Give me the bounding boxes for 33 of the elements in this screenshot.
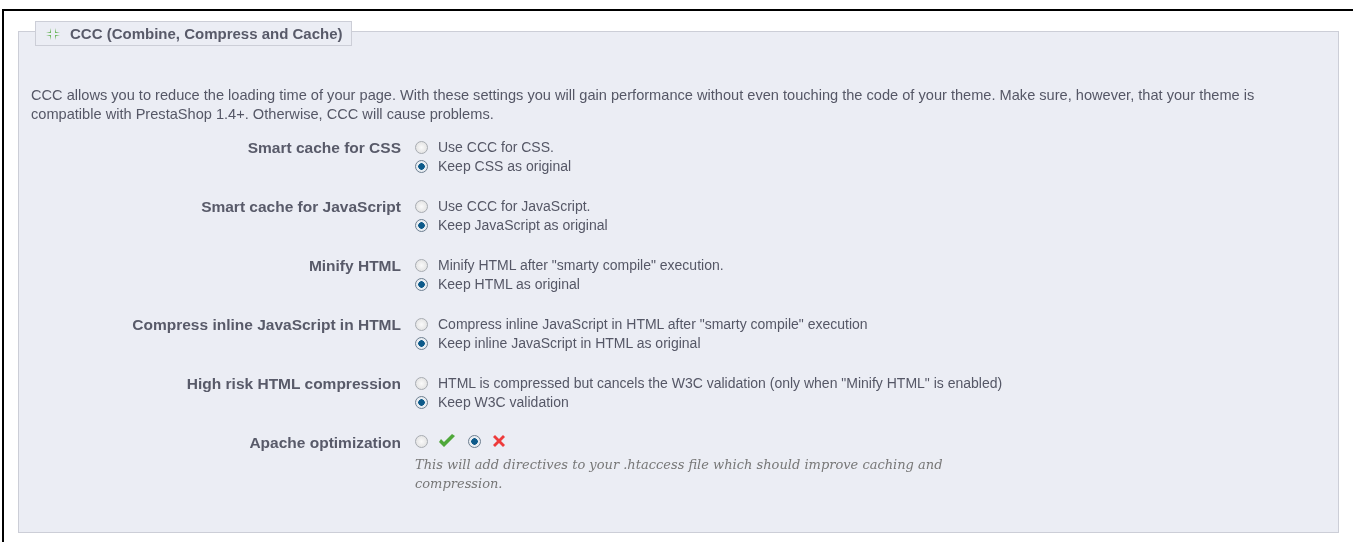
setting-label: Apache optimization (248, 433, 401, 453)
cross-icon (491, 433, 507, 449)
legend-title: CCC (Combine, Compress and Cache) (70, 25, 343, 42)
intro-text: CCC allows you to reduce the loading time of your page. With these settings you will gain performance without even touching the code of your theme. Make sure, however, that your theme is compatible with PrestaShop 1.4+. Otherwise, CCC will cause problems. (31, 86, 1256, 124)
setting-label: Compress inline JavaScript in HTML (131, 315, 401, 335)
radio-button[interactable] (415, 140, 428, 154)
hint-text: This will add directives to your .htaccess file which should improve caching and compression. (415, 456, 944, 493)
radio-button[interactable] (415, 395, 428, 409)
radio-button[interactable] (415, 317, 428, 331)
radio-button[interactable] (415, 218, 428, 232)
radio-button[interactable] (415, 434, 428, 448)
radio-button[interactable] (415, 376, 428, 390)
option-label: Compress inline JavaScript in HTML after "smarty compile" execution (438, 315, 868, 333)
radio-button[interactable] (468, 434, 481, 448)
setting-label: Smart cache for CSS (246, 138, 401, 158)
option-label: Keep W3C validation (438, 393, 569, 411)
radio-button[interactable] (415, 199, 428, 213)
option-label: HTML is compressed but cancels the W3C validation (only when "Minify HTML" is enabled) (438, 374, 1003, 392)
option-label: Use CCC for JavaScript. (438, 197, 591, 215)
option-label: Keep HTML as original (438, 275, 580, 293)
radio-button[interactable] (415, 159, 428, 173)
option-label: Use CCC for CSS. (438, 138, 554, 156)
option-label: Keep JavaScript as original (438, 216, 608, 234)
radio-button[interactable] (415, 277, 428, 291)
setting-label: High risk HTML compression (185, 374, 401, 394)
radio-button[interactable] (415, 336, 428, 350)
option-label: Minify HTML after "smarty compile" execution. (438, 256, 724, 274)
option-label: Keep inline JavaScript in HTML as original (438, 334, 701, 352)
radio-button[interactable] (415, 258, 428, 272)
setting-label: Minify HTML (307, 256, 401, 276)
setting-label: Smart cache for JavaScript (200, 197, 401, 217)
checkmark-icon (438, 433, 456, 449)
option-label: Keep CSS as original (438, 157, 572, 175)
